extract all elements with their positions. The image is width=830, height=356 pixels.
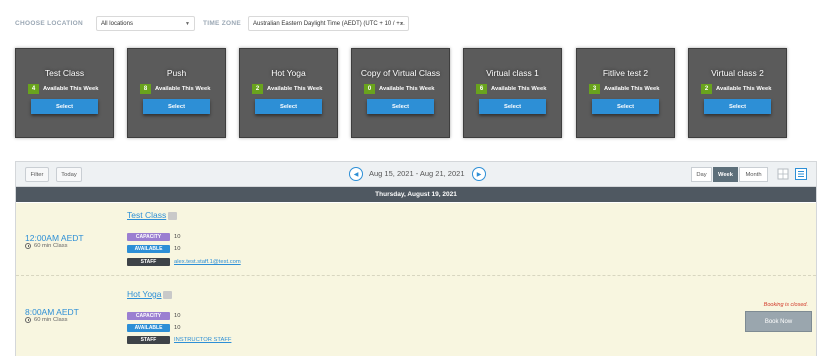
available-count-badge: 2 [252,84,263,94]
select-button[interactable]: Select [143,99,210,114]
book-now-button: Book Now [745,311,812,332]
class-card-title: Copy of Virtual Class [360,68,441,78]
available-tag: AVAILABLE [127,245,170,253]
chevron-down-icon: ▼ [399,21,405,27]
capacity-tag: CAPACITY [127,312,170,320]
date-range: Aug 15, 2021 - Aug 21, 2021 [369,169,465,178]
select-button[interactable]: Select [367,99,434,114]
timezone-label: TIME ZONE [202,20,242,27]
session-row: 12:00AM AEDT 60 min Class Test Class CAP… [16,203,816,276]
select-button[interactable]: Select [479,99,546,114]
schedule-panel: Filter Today ◀ Aug 15, 2021 - Aug 21, 20… [15,161,817,356]
class-card-title: Virtual class 1 [486,68,539,78]
class-card-title: Virtual class 2 [711,68,764,78]
available-count-badge: 3 [589,84,600,94]
next-week-icon[interactable]: ▶ [472,167,486,181]
class-card-title: Hot Yoga [271,68,306,78]
available-text: Available This Week [267,86,323,92]
chevron-down-icon: ▼ [184,21,190,27]
grid-view-icon[interactable] [777,168,789,180]
capacity-value: 10 [174,234,181,240]
capacity-tag: CAPACITY [127,233,170,241]
schedule-toolbar: Filter Today ◀ Aug 15, 2021 - Aug 21, 20… [16,162,816,187]
select-button[interactable]: Select [592,99,659,114]
class-card-title: Push [166,68,187,78]
available-text: Available This Week [43,86,99,92]
session-duration: 60 min Class [25,243,68,249]
class-name-link[interactable]: Hot Yoga [127,289,162,299]
class-card: Hot Yoga 2 Available This Week Select [239,48,338,138]
available-value: 10 [174,325,181,331]
list-view-icon[interactable] [795,168,807,180]
class-card: Fitlive test 2 3 Available This Week Sel… [576,48,675,138]
timezone-select[interactable]: Australian Eastern Daylight Time (AEDT) … [248,16,410,31]
class-name-link[interactable]: Test Class [127,210,166,220]
duration-text: 60 min Class [34,243,68,249]
class-card: Push 8 Available This Week Select [127,48,226,138]
class-card-title: Test Class [44,68,85,78]
available-count-badge: 4 [28,84,39,94]
availability: 8 Available This Week [140,84,210,94]
available-text: Available This Week [155,86,211,92]
prev-week-icon[interactable]: ◀ [349,167,363,181]
staff-tag: STAFF [127,336,170,344]
clock-icon [25,317,31,323]
staff-link[interactable]: alex.test.staff.1@test.com [174,259,241,265]
session-time: 8:00AM AEDT [25,307,79,317]
class-card: Virtual class 2 2 Available This Week Se… [688,48,787,138]
availability: 6 Available This Week [476,84,546,94]
availability: 2 Available This Week [252,84,322,94]
duration-text: 60 min Class [34,317,68,323]
availability: 0 Available This Week [364,84,434,94]
staff-link[interactable]: INSTRUCTOR STAFF [174,337,231,343]
class-card-title: Fitlive test 2 [602,68,649,78]
available-text: Available This Week [604,86,660,92]
view-week-button[interactable]: Week [713,167,738,182]
view-month-button[interactable]: Month [739,167,768,182]
info-icon[interactable] [168,212,177,220]
availability: 4 Available This Week [28,84,98,94]
info-icon[interactable] [163,291,172,299]
select-button[interactable]: Select [255,99,322,114]
class-card: Copy of Virtual Class 0 Available This W… [351,48,450,138]
date-heading: Thursday, August 19, 2021 [16,187,816,202]
available-count-badge: 0 [364,84,375,94]
view-day-button[interactable]: Day [691,167,712,182]
available-text: Available This Week [491,86,547,92]
capacity-value: 10 [174,313,181,319]
staff-tag: STAFF [127,258,170,266]
available-count-badge: 2 [701,84,712,94]
session-row: 8:00AM AEDT 60 min Class Hot Yoga CAPACI… [16,276,816,356]
location-select[interactable]: All locations ▼ [95,16,195,31]
availability: 3 Available This Week [589,84,659,94]
location-select-value: All locations [100,20,133,27]
filter-button[interactable]: Filter [25,167,49,182]
location-label: CHOOSE LOCATION [15,20,83,27]
class-card: Virtual class 1 6 Available This Week Se… [463,48,562,138]
clock-icon [25,243,31,249]
session-duration: 60 min Class [25,317,68,323]
session-time: 12:00AM AEDT [25,233,84,243]
available-text: Available This Week [716,86,772,92]
available-tag: AVAILABLE [127,324,170,332]
select-button[interactable]: Select [31,99,98,114]
available-text: Available This Week [379,86,435,92]
timezone-select-value: Australian Eastern Daylight Time (AEDT) … [253,20,405,27]
available-value: 10 [174,246,181,252]
availability: 2 Available This Week [701,84,771,94]
available-count-badge: 6 [476,84,487,94]
available-count-badge: 8 [140,84,151,94]
filter-bar: CHOOSE LOCATION All locations ▼ TIME ZON… [15,16,410,31]
class-card: Test Class 4 Available This Week Select [15,48,114,138]
booking-closed-text: Booking is closed. [763,302,808,308]
today-button[interactable]: Today [56,167,82,182]
select-button[interactable]: Select [704,99,771,114]
